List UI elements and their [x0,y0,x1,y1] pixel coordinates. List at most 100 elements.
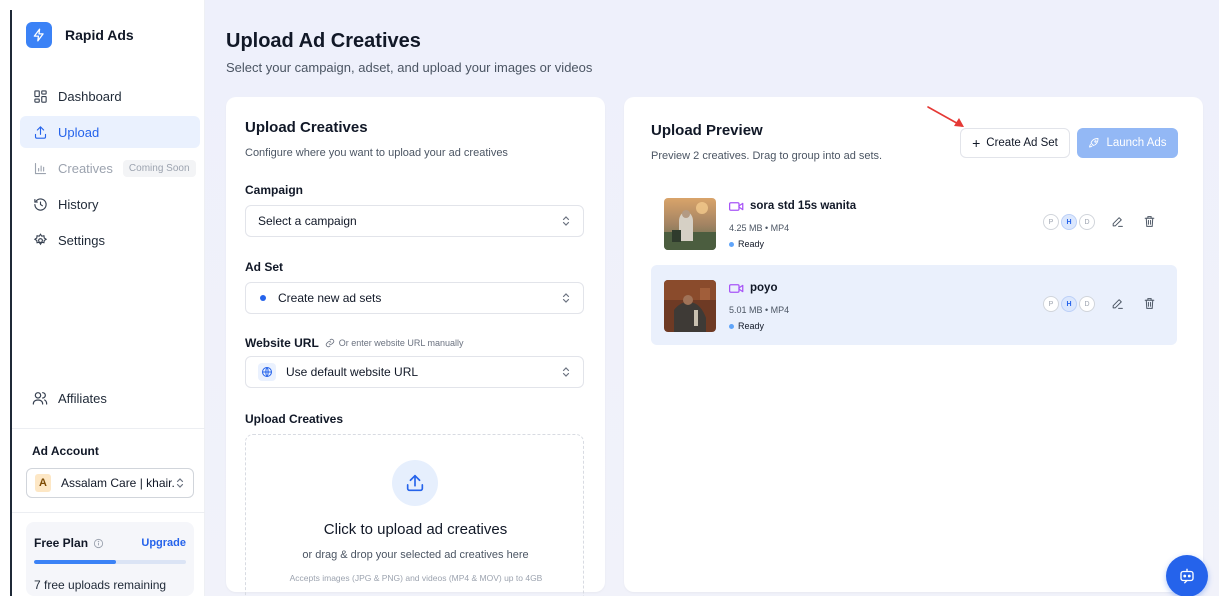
dropzone-subtitle: or drag & drop your selected ad creative… [302,549,529,561]
gear-icon [32,232,48,248]
sidebar-divider [12,512,205,513]
history-icon [32,196,48,212]
chevron-up-down-icon [561,291,571,305]
adset-select[interactable]: Create new ad sets [245,282,584,314]
placement-pill-p[interactable]: P [1043,296,1059,312]
upload-form-title: Upload Creatives [245,119,368,136]
status-badge: Ready [729,321,764,331]
sidebar-item-affiliates[interactable]: Affiliates [20,382,200,414]
sidebar-item-upload[interactable]: Upload [20,116,200,148]
status-badge: Ready [729,239,764,249]
page-subtitle: Select your campaign, adset, and upload … [226,60,593,75]
placement-pills: P H D [1043,296,1097,312]
sidebar-item-label: Affiliates [58,390,107,406]
video-thumbnail [664,198,716,250]
sidebar-item-settings[interactable]: Settings [20,224,200,256]
main-nav: Dashboard Upload Creatives Coming Soon H… [20,80,200,260]
placement-pill-p[interactable]: P [1043,214,1059,230]
upload-preview-card: Upload Preview Preview 2 creatives. Drag… [624,97,1203,592]
plan-usage-fill [34,560,117,564]
website-url-select[interactable]: Use default website URL [245,356,584,388]
chevron-up-down-icon [561,365,571,379]
plan-name: Free Plan [34,536,104,550]
status-dot-icon [729,241,734,247]
placement-pill-h[interactable]: H [1061,214,1077,230]
plan-box: Free Plan Upgrade 7 free uploads remaini… [26,522,194,596]
sidebar-item-label: Settings [58,232,105,248]
create-ad-set-button[interactable]: + Create Ad Set [960,128,1070,158]
campaign-value: Select a campaign [258,214,357,228]
chevron-up-down-icon [561,214,571,228]
sidebar-item-label: Dashboard [58,88,122,104]
upload-form-card: Upload Creatives Configure where you wan… [226,97,605,596]
plan-usage-bar [34,560,186,564]
sidebar: Rapid Ads Dashboard Upload Creatives Com… [12,0,205,596]
upload-preview-title: Upload Preview [651,122,763,139]
ad-account-value: Assalam Care | khair... [61,476,175,490]
sidebar-divider [12,428,205,429]
video-thumbnail [664,280,716,332]
creative-name: sora std 15s wanita [729,200,856,212]
main-content: Upload Ad Creatives Select your campaign… [205,0,1219,596]
edit-icon[interactable] [1109,295,1125,311]
globe-icon [258,363,276,381]
campaign-label: Campaign [245,183,304,197]
sidebar-item-label: Upload [58,124,100,140]
adset-value: Create new ad sets [278,291,382,305]
rocket-icon [1089,138,1099,148]
list-item[interactable]: sora std 15s wanita 4.25 MB • MP4 Ready … [651,183,1177,263]
plus-icon: + [972,135,981,151]
bar-chart-icon [32,160,48,176]
campaign-select[interactable]: Select a campaign [245,205,584,237]
upload-preview-subtitle: Preview 2 creatives. Drag to group into … [651,150,883,162]
chat-support-button[interactable] [1166,555,1208,596]
upgrade-link[interactable]: Upgrade [141,537,186,549]
upload-dropzone[interactable]: Click to upload ad creatives or drag & d… [245,434,584,596]
upload-icon [32,124,48,140]
sidebar-item-dashboard[interactable]: Dashboard [20,80,200,112]
placement-pill-d[interactable]: D [1079,214,1095,230]
status-dot-icon [729,323,734,329]
video-icon [729,201,744,212]
placement-pill-d[interactable]: D [1079,296,1095,312]
users-icon [32,390,48,406]
adset-dot-icon [260,295,266,301]
creative-meta: 5.01 MB • MP4 [729,305,790,315]
lightning-icon [26,22,52,48]
sidebar-item-creatives[interactable]: Creatives Coming Soon [20,152,200,184]
launch-ads-button[interactable]: Launch Ads [1077,128,1178,158]
plan-remaining: 7 free uploads remaining [34,578,167,592]
video-icon [729,283,744,294]
trash-icon[interactable] [1141,295,1157,311]
ad-account-title: Ad Account [32,444,99,458]
coming-soon-badge: Coming Soon [122,159,196,177]
list-item[interactable]: poyo 5.01 MB • MP4 Ready P H D [651,265,1177,345]
placement-pill-h[interactable]: H [1061,296,1077,312]
link-icon [325,338,334,348]
sidebar-item-label: Creatives [58,160,113,176]
upload-form-subtitle: Configure where you want to upload your … [245,147,508,159]
affiliates-nav: Affiliates [20,382,200,418]
account-avatar: A [35,474,51,492]
brand-name: Rapid Ads [65,27,134,43]
placement-pills: P H D [1043,214,1097,230]
ad-account-select[interactable]: A Assalam Care | khair... [26,468,194,498]
upload-icon [392,460,438,506]
upload-creatives-label: Upload Creatives [245,412,344,426]
website-url-manual-link[interactable]: Or enter website URL manually [339,338,464,348]
page-title: Upload Ad Creatives [226,30,421,52]
website-url-value: Use default website URL [286,365,419,379]
dropzone-title: Click to upload ad creatives [323,521,508,538]
window-edge [0,0,12,596]
sidebar-item-history[interactable]: History [20,188,200,220]
trash-icon[interactable] [1141,213,1157,229]
creative-meta: 4.25 MB • MP4 [729,223,790,233]
website-url-label: Website URL Or enter website URL manuall… [245,336,464,350]
brand[interactable]: Rapid Ads [26,22,134,48]
edit-icon[interactable] [1109,213,1125,229]
info-icon[interactable] [93,538,104,549]
chevron-up-down-icon [175,476,185,490]
dropzone-accepts: Accepts images (JPG & PNG) and videos (M… [289,573,543,583]
dashboard-icon [32,88,48,104]
chat-bot-icon [1180,568,1194,584]
